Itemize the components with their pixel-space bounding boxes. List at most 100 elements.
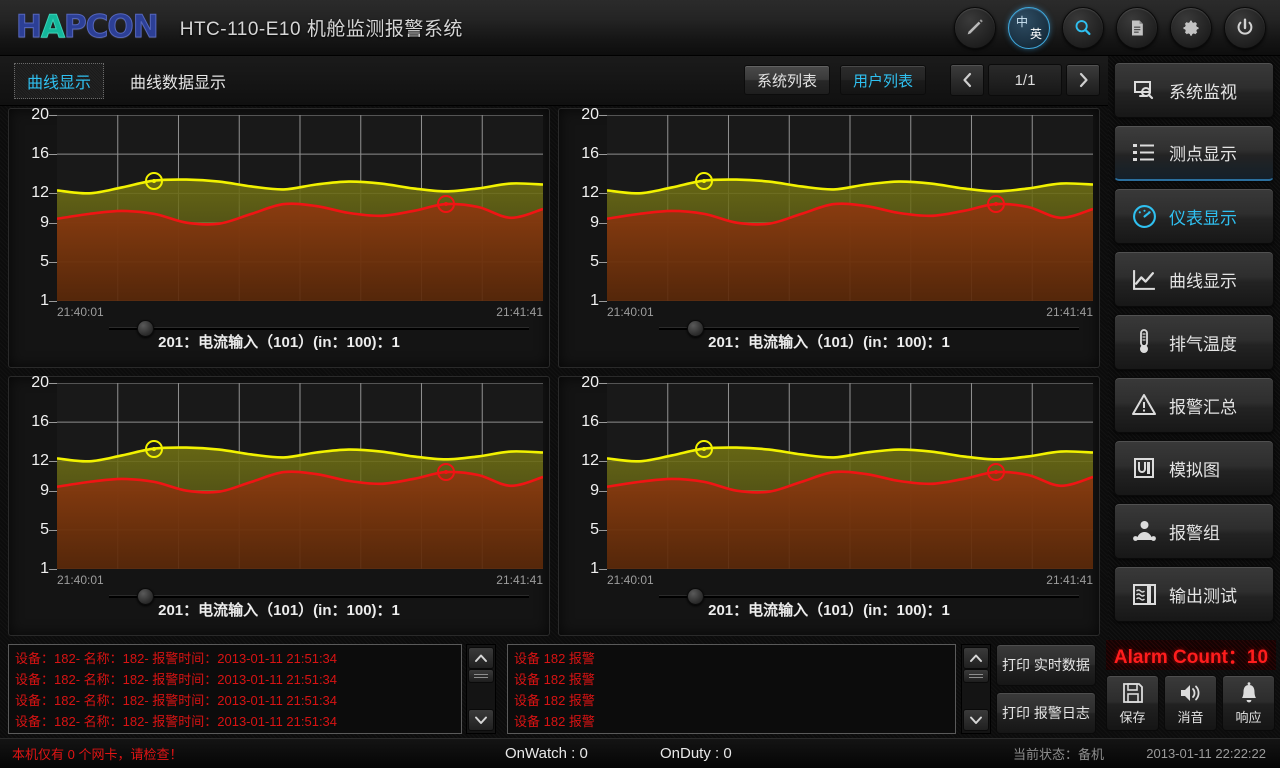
y-axis-tick-label: 5 [590,252,599,270]
chart-canvas[interactable] [607,115,1093,301]
print-alarm-log-button[interactable]: 打印 报警日志 [996,692,1096,734]
alarm-log-scrollbar[interactable] [466,644,496,734]
alarm-person-icon [1129,519,1159,543]
chart-panel[interactable]: 20 16 12 9 5 1 21:40:01 21:41:41 201：电流输入（101）… [558,374,1100,636]
marker-dot [993,202,998,207]
chart-data-marker[interactable] [436,195,455,214]
user-list-button[interactable]: 用户列表 [839,65,926,95]
next-page-button[interactable] [1066,64,1100,96]
scrollbar-thumb[interactable] [963,669,989,683]
tab-curve-data-display[interactable]: 曲线数据显示 [118,64,238,98]
x-axis-start-time: 21:40:01 [57,573,104,587]
x-axis-start-time: 21:40:01 [57,305,104,319]
chart-data-marker[interactable] [986,463,1005,482]
sidebar-item-label: 仪表显示 [1169,208,1237,228]
tab-bar: 曲线显示 曲线数据显示 系统列表 用户列表 1/1 [0,56,1108,106]
chart-panel[interactable]: 20 16 12 9 5 1 21:40:01 21:41:41 201：电流输入（101）… [8,374,550,636]
status-current-state: 当前状态：备机 [1012,747,1104,762]
system-list-button[interactable]: 系统列表 [743,65,830,95]
chart-grid: 20 16 12 9 5 1 21:40:01 21:41:41 201：电流输入（101）… [8,106,1100,636]
sidebar-item-2[interactable]: 仪表显示 [1114,188,1274,244]
device-log-scrollbar[interactable] [961,644,991,734]
y-axis-tick-label: 12 [31,452,49,470]
sidebar-item-0[interactable]: 系统监视 [1114,62,1274,118]
chart-panel[interactable]: 20 16 12 9 5 1 21:40:01 21:41:41 201：电流输入（101）… [8,106,550,368]
device-log-row[interactable]: 设备 182 报警 [514,690,949,711]
chart-data-marker[interactable] [436,463,455,482]
alarm-action-buttons: 保存 消音 响应 [1106,675,1276,731]
sidebar-item-label: 系统监视 [1169,82,1237,102]
slider-track[interactable] [659,327,1079,330]
sidebar-item-7[interactable]: 报警组 [1114,503,1274,559]
sidebar-item-label: 输出测试 [1169,586,1237,606]
chart-canvas[interactable] [57,115,543,301]
chart-data-marker[interactable] [695,439,714,458]
device-log-row[interactable]: 设备 182 报警 [514,669,949,690]
marker-dot [702,446,707,451]
chart-canvas[interactable] [57,383,543,569]
chart-data-marker[interactable] [145,439,164,458]
alarm-log-row[interactable]: 设备：182- 名称：182- 报警时间：2013-01-11 21:51:34 [15,669,455,690]
sidebar-item-5[interactable]: 报警汇总 [1114,377,1274,433]
scrollbar-thumb[interactable] [468,669,494,683]
power-icon [1237,18,1253,35]
slider-track[interactable] [109,327,529,330]
scroll-up-button[interactable] [963,647,989,669]
device-log-list[interactable]: 设备 182 报警 设备 182 报警 设备 182 报警 设备 182 报警 [507,644,956,734]
language-en-label: 英 [1029,27,1042,41]
respond-button-label: 响应 [1235,709,1262,725]
alarm-log-row[interactable]: 设备：182- 名称：182- 报警时间：2013-01-11 21:51:34 [15,711,455,732]
tab-curve-display[interactable]: 曲线显示 [14,62,105,99]
document-icon-button[interactable] [1116,7,1158,49]
chevron-down-icon [475,716,487,724]
chart-svg [607,115,1093,301]
y-axis-tick-label: 5 [40,252,49,270]
search-icon-button[interactable] [1062,7,1104,49]
scroll-down-button[interactable] [963,709,989,731]
sidebar-item-8[interactable]: 输出测试 [1114,566,1274,622]
alarm-log-row[interactable]: 设备：182- 名称：182- 报警时间：2013-01-11 21:51:34 [15,690,455,711]
marker-dot [443,470,448,475]
alarm-log-list[interactable]: 设备：182- 名称：182- 报警时间：2013-01-11 21:51:34… [8,644,462,734]
sidebar-item-label: 模拟图 [1169,460,1220,480]
status-onwatch: OnWatch : 0 [505,745,588,762]
language-toggle-button[interactable]: 中 英 [1008,7,1050,49]
page-indicator: 1/1 [988,64,1062,96]
slider-track[interactable] [109,595,529,598]
chart-data-marker[interactable] [695,171,714,190]
y-axis-tick-label: 16 [31,413,49,431]
sidebar-item-3[interactable]: 曲线显示 [1114,251,1274,307]
application-window: H A PCON HTC-110-E10 机舱监测报警系统 中 英 曲线显示 曲… [0,0,1280,768]
save-button[interactable]: 保存 [1106,675,1159,731]
sidebar-item-4[interactable]: 排气温度 [1114,314,1274,370]
chevron-right-icon [1079,72,1088,88]
chart-data-marker[interactable] [986,195,1005,214]
scroll-down-button[interactable] [468,709,494,731]
mute-button[interactable]: 消音 [1164,675,1217,731]
chart-panel[interactable]: 20 16 12 9 5 1 21:40:01 21:41:41 201：电流输入（101）… [558,106,1100,368]
slider-track[interactable] [659,595,1079,598]
power-icon-button[interactable] [1224,7,1266,49]
device-log-row[interactable]: 设备 182 报警 [514,648,949,669]
chart-data-marker[interactable] [145,171,164,190]
prev-page-button[interactable] [950,64,984,96]
search-icon [1075,20,1091,36]
pencil-icon-button[interactable] [954,7,996,49]
bottom-panel: 设备：182- 名称：182- 报警时间：2013-01-11 21:51:34… [0,640,1280,738]
respond-button[interactable]: 响应 [1222,675,1275,731]
chart-canvas[interactable] [607,383,1093,569]
y-axis-tick-label: 9 [590,213,599,231]
y-axis-tick-label: 12 [581,452,599,470]
thermometer-icon [1129,329,1159,355]
chart-plot-area: 20 16 12 9 5 1 21:40:01 21:41:41 [559,374,1093,605]
alarm-log-row[interactable]: 设备：182- 名称：182- 报警时间：2013-01-11 21:51:34 [15,648,455,669]
chevron-down-icon [970,716,982,724]
device-log-row[interactable]: 设备 182 报警 [514,711,949,732]
gear-icon-button[interactable] [1170,7,1212,49]
print-realtime-data-button[interactable]: 打印 实时数据 [996,644,1096,686]
y-axis-tick-label: 9 [40,213,49,231]
sidebar-item-1[interactable]: 测点显示 [1114,125,1274,181]
scroll-up-button[interactable] [468,647,494,669]
y-axis-tick-label: 16 [581,413,599,431]
sidebar-item-6[interactable]: 模拟图 [1114,440,1274,496]
